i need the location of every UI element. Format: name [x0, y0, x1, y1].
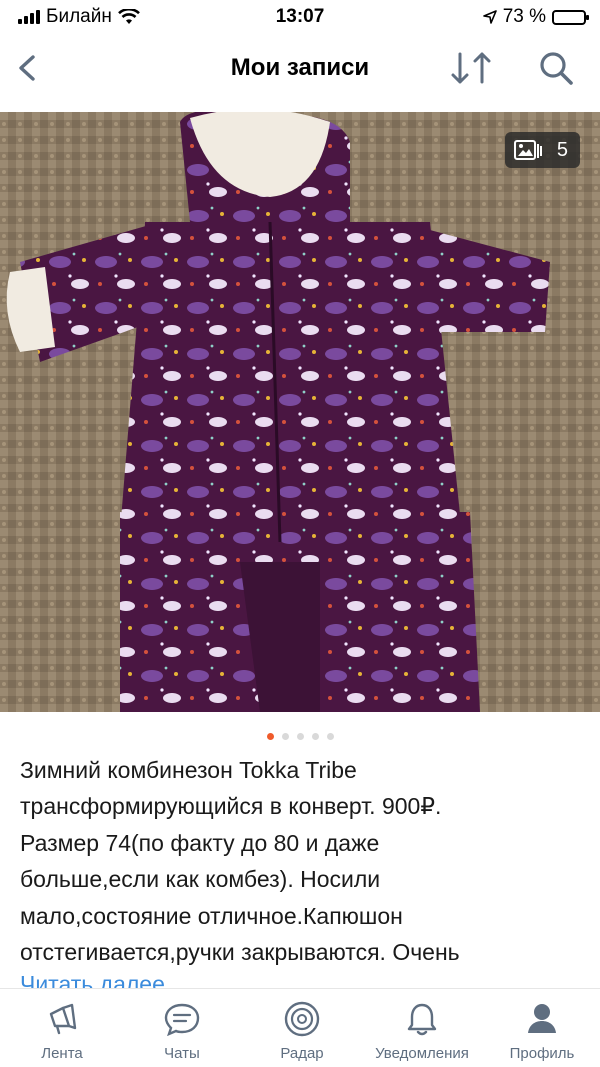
- location-arrow-icon: [482, 10, 497, 24]
- post-text-line: Размер 74(по факту до 80 и даже: [20, 829, 380, 856]
- person-icon: [528, 1004, 556, 1033]
- tab-label: Чаты: [164, 1045, 200, 1062]
- radar-icon: [284, 1001, 320, 1037]
- tab-chats[interactable]: Чаты: [122, 999, 242, 1062]
- tab-label: Профиль: [509, 1045, 575, 1062]
- megaphone-icon: [49, 1003, 77, 1035]
- status-bar: Билайн 13:07 73 %: [0, 0, 600, 34]
- battery-icon: [552, 9, 589, 25]
- pager-dot[interactable]: [326, 733, 334, 740]
- photo-gallery-icon: [513, 140, 542, 160]
- post-text-line: трансформирующийся в конверт. 900₽.: [20, 793, 442, 820]
- photo-pager[interactable]: [0, 733, 600, 740]
- tab-label: Лента: [41, 1045, 83, 1062]
- pager-dot[interactable]: [281, 733, 289, 740]
- photo-image: [0, 112, 600, 712]
- navigation-bar: Мои записи: [0, 34, 600, 104]
- tab-profile[interactable]: Профиль: [482, 999, 600, 1062]
- pager-dot[interactable]: [311, 733, 319, 740]
- status-right: 73 %: [482, 6, 589, 28]
- tab-notifications[interactable]: Уведомления: [362, 999, 482, 1062]
- tab-bar: Лента Чаты Радар Уведомления Профиль: [0, 988, 600, 1067]
- battery-percent: 73 %: [502, 6, 546, 27]
- post-text: Зимний комбинезон Tokka Tribe трансформир…: [20, 752, 588, 970]
- page-title: Мои записи: [230, 54, 370, 81]
- tab-label: Радар: [280, 1045, 324, 1062]
- pager-dot[interactable]: [266, 733, 274, 740]
- post-text-line: отстегивается,ручки закрываются. Очень: [20, 939, 460, 966]
- photo-count-badge: 5: [504, 132, 580, 168]
- search-icon[interactable]: [536, 48, 576, 88]
- tab-label: Уведомления: [375, 1045, 469, 1062]
- tab-feed[interactable]: Лента: [2, 999, 122, 1062]
- bell-icon: [407, 1003, 437, 1036]
- read-more-link[interactable]: Читать далее: [20, 966, 165, 988]
- post-text-line: больше,если как комбез). Носили: [20, 866, 381, 893]
- sort-arrows-icon[interactable]: [448, 48, 496, 88]
- post-photo[interactable]: 5: [0, 112, 600, 712]
- post-text-line: мало,состояние отличное.Капюшон: [20, 902, 403, 929]
- chat-bubble-icon: [164, 1003, 200, 1036]
- photo-count: 5: [556, 138, 568, 161]
- tab-radar[interactable]: Радар: [242, 999, 362, 1062]
- post-text-line: Зимний комбинезон Tokka Tribe: [20, 757, 357, 783]
- pager-dot[interactable]: [296, 733, 304, 740]
